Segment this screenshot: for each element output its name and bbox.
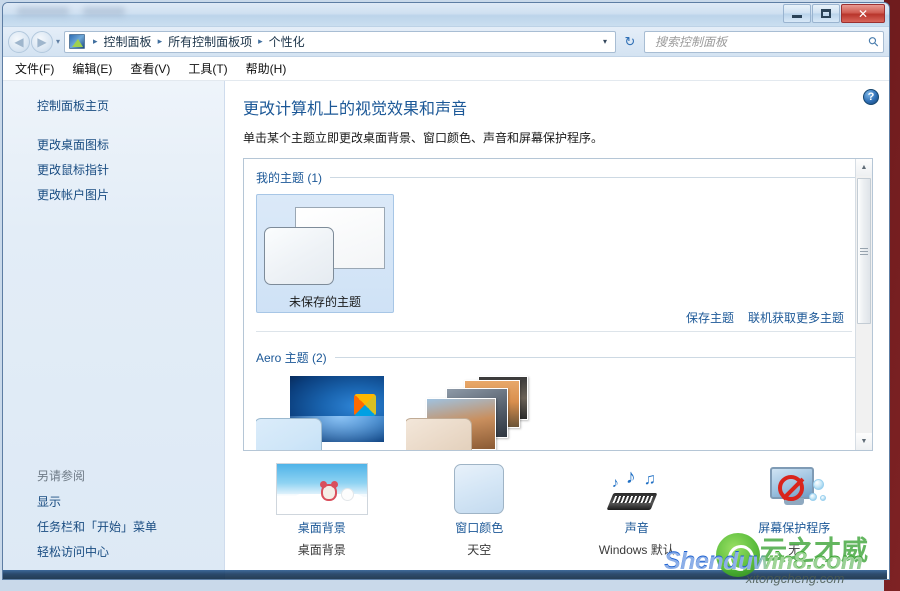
option-screen-saver[interactable]: 屏幕保护程序 无 (716, 463, 874, 569)
group-header-my-themes-label: 我的主题 (1) (256, 171, 323, 185)
back-button[interactable]: ◀ (8, 30, 30, 53)
group-header-rule (330, 177, 858, 178)
aero-windows7-thumb (256, 374, 384, 450)
search-input[interactable] (653, 33, 870, 50)
aero-themes-row (256, 374, 858, 450)
wallpaper-thumb (243, 463, 401, 515)
breadcrumb-personalization[interactable]: 个性化 (268, 33, 306, 50)
history-dropdown-icon[interactable]: ▾ (56, 37, 60, 46)
window-control-buttons: ✕ (783, 4, 885, 23)
option-sounds[interactable]: ♪ ♪ ♫ 声音 Windows 默认 (558, 463, 716, 569)
option-title-window-color[interactable]: 窗口颜色 (401, 519, 559, 536)
option-title-sounds[interactable]: 声音 (558, 519, 716, 536)
option-value-window-color: 天空 (467, 543, 492, 557)
theme-tile-aero-photostack[interactable] (406, 374, 542, 450)
scroll-up-button[interactable]: ▲ (856, 159, 872, 176)
taskbar-sliver (3, 570, 887, 579)
menu-view[interactable]: 查看(V) (130, 58, 180, 79)
personalization-icon (69, 34, 86, 49)
maximize-button[interactable] (812, 4, 840, 23)
sound-notes-icon: ♪ ♪ ♫ (558, 463, 716, 515)
sidebar-item-change-desktop-icons[interactable]: 更改桌面图标 (3, 132, 224, 157)
theme-tile-aero-windows7[interactable] (256, 374, 392, 450)
window-title-bar[interactable]: ✕ (3, 3, 889, 27)
unsaved-theme-thumb (261, 199, 389, 289)
sidebar-item-change-account-picture[interactable]: 更改帐户图片 (3, 182, 224, 207)
theme-tile-unsaved[interactable]: 未保存的主题 (256, 194, 394, 313)
sidebar-item-display[interactable]: 显示 (3, 489, 224, 514)
aero-photostack-thumb (406, 374, 534, 450)
group-header-aero-themes-label: Aero 主题 (2) (256, 351, 327, 365)
menu-edit[interactable]: 编辑(E) (72, 58, 122, 79)
menu-bar: 文件(F) 编辑(E) 查看(V) 工具(T) 帮助(H) (3, 57, 889, 81)
minimize-button[interactable] (783, 4, 811, 23)
group-header-rule (334, 357, 858, 358)
sidebar-item-taskbar-start[interactable]: 任务栏和「开始」菜单 (3, 514, 224, 539)
option-title-desktop-background[interactable]: 桌面背景 (243, 519, 401, 536)
scrollbar-grip-icon (860, 247, 868, 255)
navigation-sidebar: 控制面板主页 更改桌面图标 更改鼠标指针 更改帐户图片 另请参阅 显示 任务栏和… (3, 81, 225, 579)
window-body: 控制面板主页 更改桌面图标 更改鼠标指针 更改帐户图片 另请参阅 显示 任务栏和… (3, 81, 889, 579)
refresh-icon[interactable]: ↻ (618, 31, 642, 53)
help-icon[interactable]: ? (863, 89, 879, 105)
group-header-aero-themes: Aero 主题 (2) (256, 349, 858, 366)
address-toolbar: ◀ ▶ ▾ ▸ 控制面板 ▸ 所有控制面板项 ▸ 个性化 ▾ ↻ ⚲ (3, 27, 889, 57)
option-window-color[interactable]: 窗口颜色 天空 (401, 463, 559, 569)
group-header-my-themes: 我的主题 (1) (256, 169, 858, 186)
menu-help[interactable]: 帮助(H) (246, 58, 297, 79)
theme-action-links: 保存主题 联机获取更多主题 (686, 309, 844, 326)
option-value-screen-saver: 无 (788, 543, 801, 557)
page-subtitle: 单击某个主题立即更改桌面背景、窗口颜色、声音和屏幕保护程序。 (243, 131, 604, 145)
get-more-themes-online-link[interactable]: 联机获取更多主题 (748, 309, 844, 326)
forward-button[interactable]: ▶ (31, 30, 53, 53)
sidebar-item-change-mouse-pointers[interactable]: 更改鼠标指针 (3, 157, 224, 182)
themes-list-panel: 我的主题 (1) 未保存的主题 保存主题 联机获取更多主题 Aero 主题 (2… (243, 158, 873, 451)
breadcrumb-all-items[interactable]: 所有控制面板项 (167, 33, 253, 50)
sidebar-item-ease-of-access[interactable]: 轻松访问中心 (3, 539, 224, 564)
color-swatch-icon (401, 463, 559, 515)
option-value-desktop-background: 桌面背景 (297, 543, 346, 557)
screensaver-icon (716, 463, 874, 515)
menu-file[interactable]: 文件(F) (15, 58, 64, 79)
option-desktop-background[interactable]: 桌面背景 桌面背景 (243, 463, 401, 569)
close-button[interactable]: ✕ (841, 4, 885, 23)
page-title: 更改计算机上的视觉效果和声音 (243, 101, 468, 118)
sidebar-item-control-panel-home[interactable]: 控制面板主页 (3, 93, 224, 118)
see-also-section: 另请参阅 显示 任务栏和「开始」菜单 轻松访问中心 (3, 464, 224, 564)
breadcrumb-separator-1[interactable]: ▸ (158, 36, 163, 47)
address-dropdown-icon[interactable]: ▾ (597, 37, 613, 46)
title-bar-blurred-text-a (17, 7, 69, 16)
themes-group-divider (256, 331, 852, 332)
menu-tools[interactable]: 工具(T) (188, 58, 237, 79)
title-bar-blurred-text-b (83, 7, 125, 16)
see-also-heading: 另请参阅 (37, 469, 86, 483)
breadcrumb-control-panel[interactable]: 控制面板 (103, 33, 153, 50)
theme-label-unsaved: 未保存的主题 (288, 295, 361, 309)
breadcrumb-separator-2[interactable]: ▸ (258, 36, 263, 47)
personalization-options-strip: 桌面背景 桌面背景 窗口颜色 天空 ♪ ♪ ♫ 声音 Windows 默认 屏幕… (243, 451, 873, 569)
content-pane: ? 更改计算机上的视觉效果和声音 单击某个主题立即更改桌面背景、窗口颜色、声音和… (225, 81, 889, 579)
themes-scrollbar[interactable]: ▲ ▼ (855, 159, 872, 450)
my-themes-row: 未保存的主题 (256, 194, 858, 313)
breadcrumb-separator-0[interactable]: ▸ (93, 36, 98, 47)
search-box[interactable]: ⚲ (644, 30, 884, 53)
save-theme-link[interactable]: 保存主题 (686, 309, 734, 326)
themes-scroll-area: 我的主题 (1) 未保存的主题 保存主题 联机获取更多主题 Aero 主题 (2… (244, 159, 872, 450)
scrollbar-thumb[interactable] (857, 178, 871, 324)
scroll-down-button[interactable]: ▼ (856, 433, 872, 450)
option-value-sounds: Windows 默认 (598, 543, 675, 557)
control-panel-window: ✕ ◀ ▶ ▾ ▸ 控制面板 ▸ 所有控制面板项 ▸ 个性化 ▾ ↻ ⚲ 文件(… (2, 2, 890, 580)
address-bar[interactable]: ▸ 控制面板 ▸ 所有控制面板项 ▸ 个性化 ▾ (64, 30, 616, 53)
option-title-screen-saver[interactable]: 屏幕保护程序 (716, 519, 874, 536)
